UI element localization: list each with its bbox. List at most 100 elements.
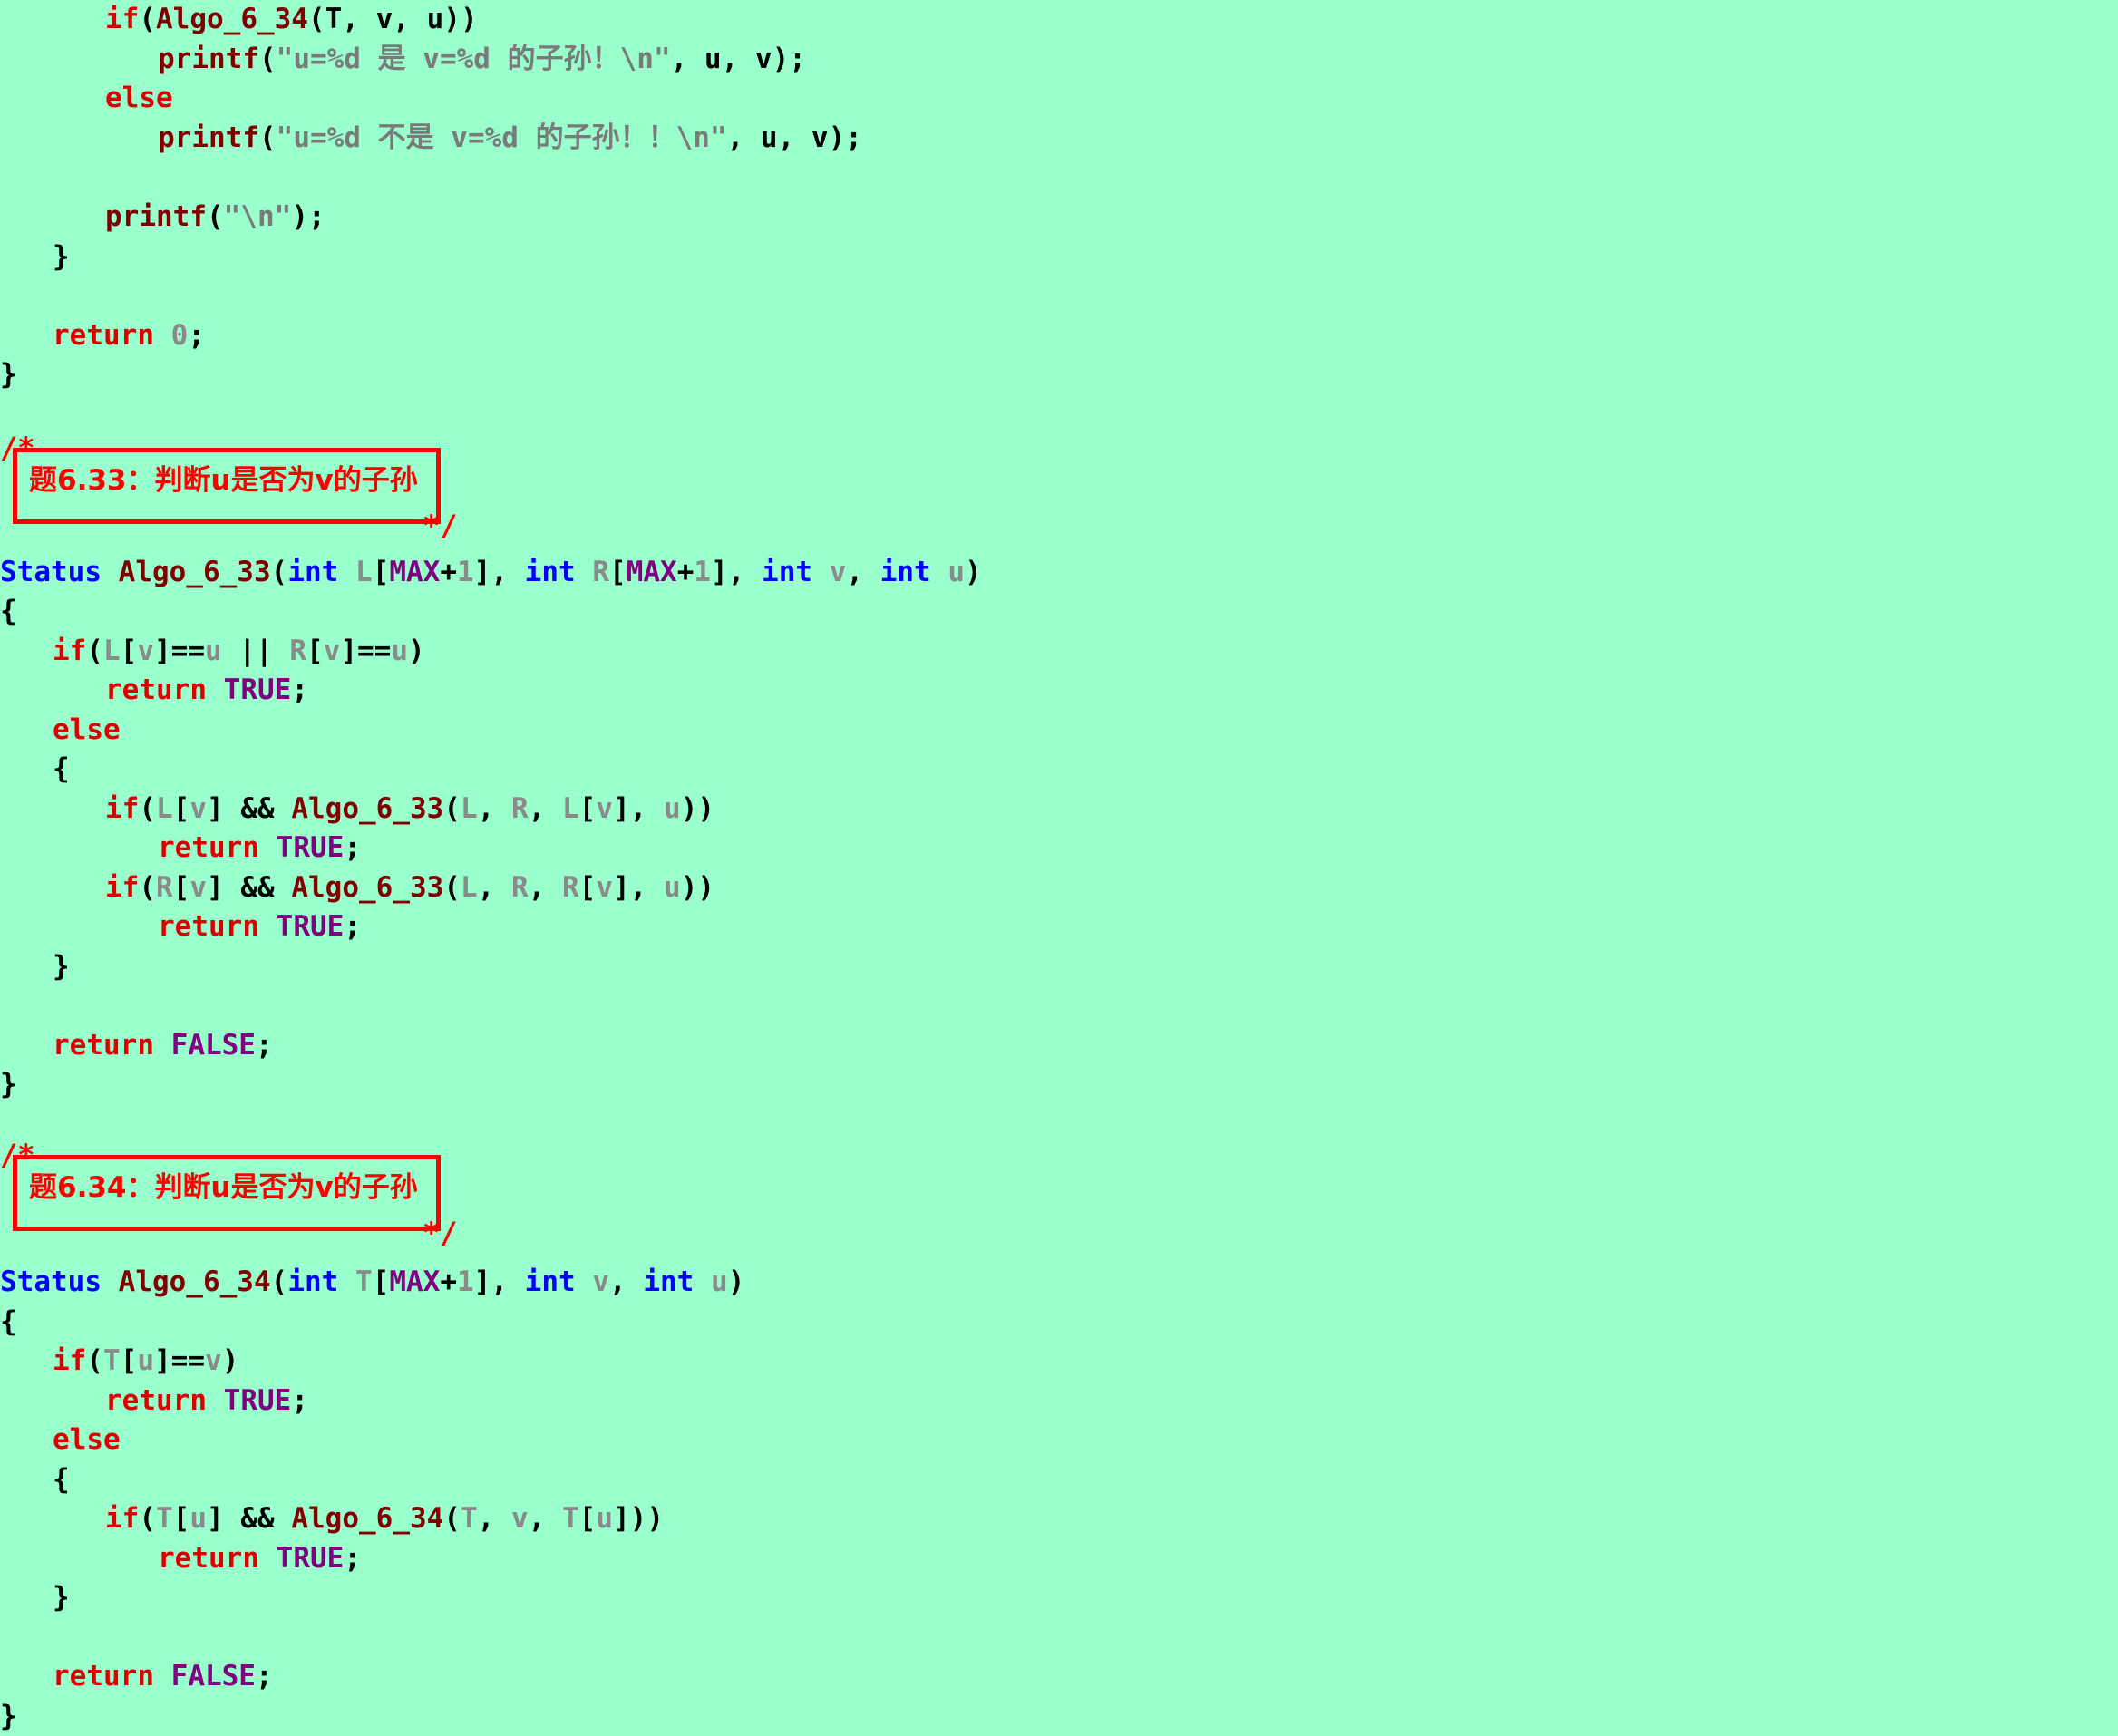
comment-header-box: /* 题6.33：判断u是否为v的子孙 */ [0, 433, 462, 542]
code-token: printf [158, 121, 259, 154]
code-line: else [53, 1421, 121, 1460]
code-line: if(L[v] && Algo_6_33(L, R, L[v], u)) [105, 790, 714, 829]
code-line: if(L[v]==u || R[v]==u) [53, 632, 425, 671]
code-token: u [391, 635, 409, 667]
code-token: L [156, 792, 173, 825]
code-token: "u=%d 不是 v=%d 的子孙！！\n" [276, 121, 727, 154]
code-token: u [205, 635, 222, 667]
code-token: R [511, 871, 529, 904]
code-token: ]== [340, 635, 392, 667]
code-token: v [323, 635, 341, 667]
code-token: [ [578, 792, 597, 825]
code-token: v [511, 1502, 529, 1535]
code-token: { [0, 595, 17, 627]
code-token: [ [306, 635, 324, 667]
code-token: R [289, 635, 307, 667]
code-token: || [221, 635, 290, 667]
code-line: } [0, 1697, 17, 1736]
code-token: } [0, 1700, 17, 1732]
code-token: u [189, 1502, 208, 1535]
code-token: , [477, 1502, 511, 1535]
comment-title: 题6.33：判断u是否为v的子孙 [29, 464, 418, 497]
code-line: return TRUE; [158, 907, 361, 946]
code-token: "\n" [223, 200, 292, 233]
code-line: else [53, 711, 121, 750]
code-token: u [137, 1344, 155, 1377]
code-token: , [528, 792, 562, 825]
code-line: return TRUE; [105, 671, 308, 710]
code-token: v [205, 1344, 222, 1377]
code-editor[interactable]: if(Algo_6_34(T, v, u)) printf("u=%d 是 v=%… [0, 0, 2118, 1732]
code-token: v [596, 871, 614, 904]
code-line: { [0, 1303, 17, 1342]
code-token: return [53, 1660, 154, 1692]
code-line: if(R[v] && Algo_6_33(L, R, R[v], u)) [105, 868, 714, 907]
code-line: if(T[u] && Algo_6_34(T, v, T[u])) [105, 1499, 664, 1538]
code-token: ; [188, 319, 205, 352]
code-token: 1 [694, 556, 712, 588]
code-token: "u=%d 是 v=%d 的子孙！\n" [276, 43, 671, 75]
code-token: else [53, 713, 121, 746]
code-line: } [53, 1578, 70, 1617]
code-token: L [103, 635, 121, 667]
code-token: v [137, 635, 155, 667]
code-token: } [0, 358, 17, 391]
code-token: Status [0, 1266, 102, 1298]
code-line: return TRUE; [158, 829, 361, 868]
code-token: ( [139, 871, 156, 904]
code-token: , u, v); [726, 121, 862, 154]
code-token: T [355, 1266, 373, 1298]
code-token: if [105, 1502, 140, 1535]
code-token: int [287, 556, 339, 588]
code-line: } [53, 947, 70, 986]
code-token: return [105, 674, 207, 706]
code-token: Algo_6_34 [118, 1266, 271, 1298]
code-token: ); [291, 200, 325, 233]
comment-close-marker: */ [423, 1216, 458, 1250]
code-token: ( [139, 1502, 156, 1535]
code-token: R [562, 871, 579, 904]
code-token: )) [680, 871, 715, 904]
code-token: ( [86, 635, 103, 667]
code-token: ], [711, 556, 763, 588]
code-token: + [676, 556, 695, 588]
code-token: TRUE [276, 910, 345, 943]
code-line: } [0, 355, 17, 394]
code-token: return [158, 1542, 259, 1575]
code-token: ; [291, 1384, 308, 1417]
code-token: printf [105, 200, 207, 233]
code-line: printf("u=%d 不是 v=%d 的子孙！！\n", u, v); [158, 119, 862, 158]
code-token: ] && [207, 871, 292, 904]
code-token: } [53, 1581, 70, 1614]
code-token: Algo_6_34 [156, 3, 308, 35]
code-token: if [53, 635, 87, 667]
code-token: { [53, 752, 70, 785]
code-token: int [643, 1266, 695, 1298]
code-token: ( [443, 792, 461, 825]
code-token: return [158, 831, 259, 864]
code-token: Algo_6_33 [291, 871, 444, 904]
code-line: return TRUE; [158, 1539, 361, 1578]
code-token: Algo_6_33 [291, 792, 444, 825]
code-token: [ [578, 1502, 597, 1535]
code-token: ) [965, 556, 982, 588]
code-token: u [664, 871, 681, 904]
code-token: ; [255, 1029, 273, 1062]
code-token: } [0, 1068, 17, 1101]
code-token: u [711, 1266, 728, 1298]
code-line: return 0; [53, 316, 205, 355]
code-token: if [53, 1344, 87, 1377]
code-token: TRUE [223, 674, 292, 706]
comment-close-marker: */ [423, 509, 458, 543]
code-token: , [609, 1266, 644, 1298]
code-token: L [562, 792, 579, 825]
code-token: FALSE [170, 1029, 256, 1062]
code-token: ]== [154, 635, 206, 667]
